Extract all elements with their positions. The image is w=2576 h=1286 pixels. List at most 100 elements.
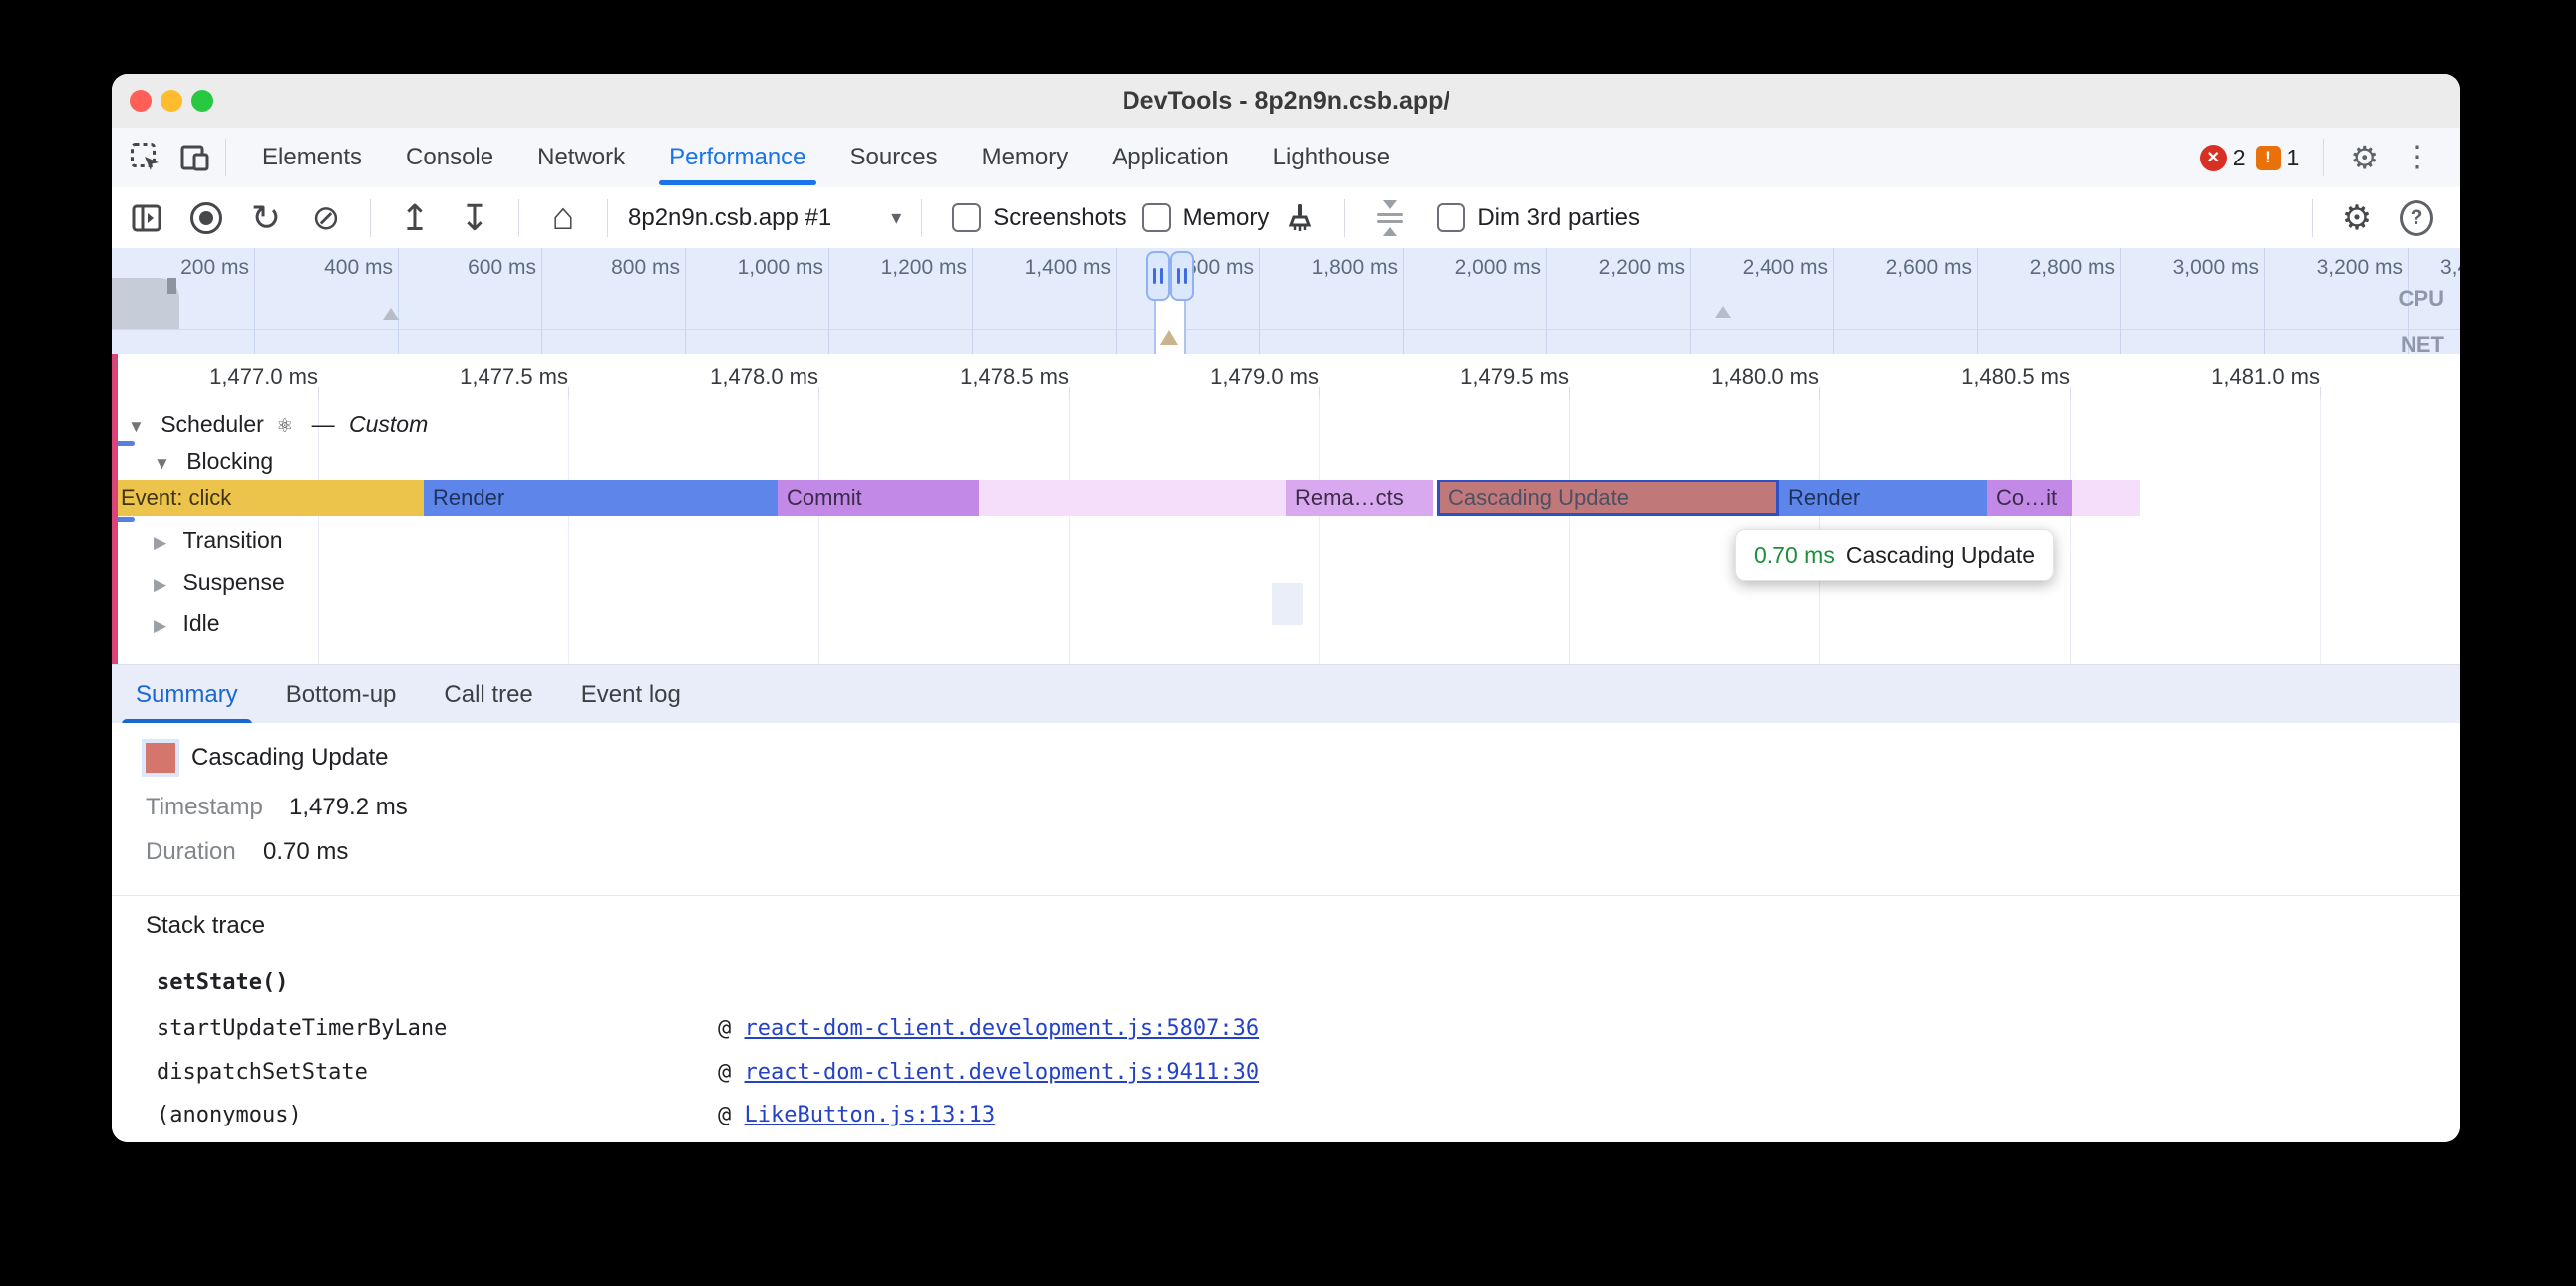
cascading-update-bar-selected[interactable]: Cascading Update (1437, 480, 1779, 516)
reload-and-record-icon[interactable]: ↻ (249, 201, 283, 235)
title-bar: DevTools - 8p2n9n.csb.app/ (112, 74, 2460, 129)
error-badge-icon[interactable]: ✕ (2200, 145, 2227, 171)
capture-settings-gear-icon[interactable]: ⚙ (2340, 201, 2374, 235)
expand-triangle-icon[interactable]: ▼ (128, 417, 145, 436)
tab-network[interactable]: Network (515, 128, 647, 187)
settings-gear-icon[interactable]: ⚙ (2338, 128, 2391, 187)
transition-lane-row[interactable]: ▶ Transition (154, 527, 283, 554)
marker-triangle (1715, 306, 1731, 318)
tab-application[interactable]: Application (1090, 128, 1250, 187)
target-selector-dropdown[interactable]: 8p2n9n.csb.app #1 ▾ (628, 204, 901, 232)
divider (2323, 139, 2324, 176)
marker-triangle (383, 308, 399, 320)
overview-tick: 200 ms (120, 256, 249, 280)
react-atom-icon: ⚛ (276, 416, 293, 437)
duration-value: 0.70 ms (263, 838, 348, 866)
tab-performance[interactable]: Performance (647, 128, 827, 187)
remaining-effects-bar[interactable]: Rema…cts (1286, 480, 1433, 516)
overview-tick: 600 ms (407, 256, 536, 280)
overview-tick: 2,000 ms (1412, 256, 1541, 280)
tab-console[interactable]: Console (384, 128, 515, 187)
flame-chart-row[interactable]: Event: click Render Commit Rema…cts Casc… (112, 480, 2460, 516)
record-button[interactable] (189, 201, 223, 235)
more-options-icon[interactable]: ⋮ (2391, 128, 2444, 187)
commit-bar[interactable]: Co…it (1987, 480, 2072, 516)
divider (518, 199, 519, 237)
tab-bottom-up[interactable]: Bottom-up (262, 665, 421, 724)
collapsed-triangle-icon[interactable]: ▶ (154, 616, 166, 635)
device-toolbar-icon[interactable] (179, 142, 211, 173)
stack-trace-title: Stack trace (146, 912, 265, 940)
warning-count[interactable]: 1 (2287, 145, 2300, 171)
selection-marker-icon (1160, 330, 1178, 345)
selection-left-handle[interactable] (1146, 251, 1170, 301)
source-link[interactable]: LikeButton.js:13:13 (745, 1103, 996, 1127)
tab-memory[interactable]: Memory (960, 128, 1091, 187)
scheduler-track-header[interactable]: ▼ Scheduler ⚛ — Custom (128, 411, 428, 438)
details-tab-bar: Summary Bottom-up Call tree Event log (112, 664, 2460, 724)
selection-right-handle[interactable] (1170, 251, 1194, 301)
at-symbol: @ (718, 1060, 731, 1085)
source-link[interactable]: react-dom-client.development.js:5807:36 (745, 1016, 1260, 1041)
tab-event-log[interactable]: Event log (557, 665, 705, 724)
stack-frame-location: @ react-dom-client.development.js:9411:3… (718, 1060, 1259, 1085)
tab-call-tree[interactable]: Call tree (420, 665, 556, 724)
tab-lighthouse[interactable]: Lighthouse (1251, 128, 1412, 187)
window-title: DevTools - 8p2n9n.csb.app/ (112, 87, 2460, 116)
minor-update-bar[interactable] (979, 480, 1286, 516)
collapsed-triangle-icon[interactable]: ▶ (154, 533, 166, 552)
load-profile-icon[interactable]: ↥ (398, 201, 432, 235)
garbage-collect-brush-icon[interactable] (1283, 201, 1317, 235)
tab-elements[interactable]: Elements (240, 128, 384, 187)
overview-tick: 3,000 ms (2129, 256, 2259, 280)
save-profile-icon[interactable]: ↧ (458, 201, 491, 235)
overview-tick: 1,800 ms (1268, 256, 1398, 280)
cpu-lane-label: CPU (2399, 286, 2444, 312)
stack-frame-location: @ react-dom-client.development.js:5807:3… (718, 1016, 1259, 1041)
error-x-glyph: ✕ (2207, 148, 2220, 167)
track-accent-stripe (112, 354, 118, 664)
minor-update-bar[interactable] (2072, 480, 2140, 516)
track-selection-dash (115, 517, 135, 522)
source-link[interactable]: react-dom-client.development.js:9411:30 (745, 1060, 1260, 1085)
memory-checkbox[interactable] (1142, 203, 1171, 232)
divider (370, 199, 371, 237)
summary-panel: Cascading Update Timestamp 1,479.2 ms Du… (112, 723, 2460, 1142)
blocking-lane-row[interactable]: ▼ Blocking (154, 448, 273, 475)
collapsed-triangle-icon[interactable]: ▶ (154, 575, 166, 594)
overview-tick: 1,000 ms (694, 256, 823, 280)
tab-sources[interactable]: Sources (828, 128, 960, 187)
render-bar[interactable]: Render (1779, 480, 1987, 516)
clear-recording-icon[interactable]: ⊘ (309, 201, 343, 235)
memory-label: Memory (1183, 204, 1270, 232)
suspense-lane-row[interactable]: ▶ Suspense (154, 569, 285, 596)
detail-time-ruler[interactable]: 1,477.0 ms 1,477.5 ms 1,478.0 ms 1,478.5… (112, 354, 2460, 400)
collapse-sections-icon[interactable] (1375, 200, 1405, 236)
screenshots-checkbox[interactable] (952, 203, 981, 232)
render-bar[interactable]: Render (424, 480, 778, 516)
help-icon[interactable]: ? (2400, 201, 2433, 235)
stack-frame-fn: setState() (157, 970, 288, 995)
at-symbol: @ (718, 1016, 731, 1041)
tab-summary[interactable]: Summary (112, 665, 262, 724)
idle-lane-row[interactable]: ▶ Idle (154, 610, 220, 637)
target-selector-value: 8p2n9n.csb.app #1 (628, 204, 831, 232)
duration-label: Duration (146, 838, 236, 866)
dim-3rd-parties-checkbox[interactable] (1437, 203, 1465, 232)
toggle-sidebar-icon[interactable] (130, 201, 163, 235)
overview-tick: 2,400 ms (1699, 256, 1828, 280)
warning-badge-icon[interactable]: ! (2256, 146, 2281, 170)
event-click-bar[interactable]: Event: click (112, 480, 424, 516)
dim-3rd-parties-label: Dim 3rd parties (1477, 204, 1640, 232)
home-icon[interactable]: ⌂ (546, 201, 580, 235)
overview-tick: 400 ms (263, 256, 393, 280)
selection-window[interactable] (1154, 295, 1186, 354)
expand-triangle-icon[interactable]: ▼ (154, 454, 170, 473)
overview-tick: 800 ms (550, 256, 680, 280)
commit-bar[interactable]: Commit (778, 480, 979, 516)
track-badge-custom: Custom (349, 411, 428, 437)
timeline-overview[interactable]: 200 ms 400 ms 600 ms 800 ms 1,000 ms 1,2… (112, 248, 2460, 355)
error-count[interactable]: 2 (2233, 145, 2246, 171)
inspect-element-icon[interactable] (130, 142, 161, 173)
track-name: Scheduler (161, 411, 264, 437)
